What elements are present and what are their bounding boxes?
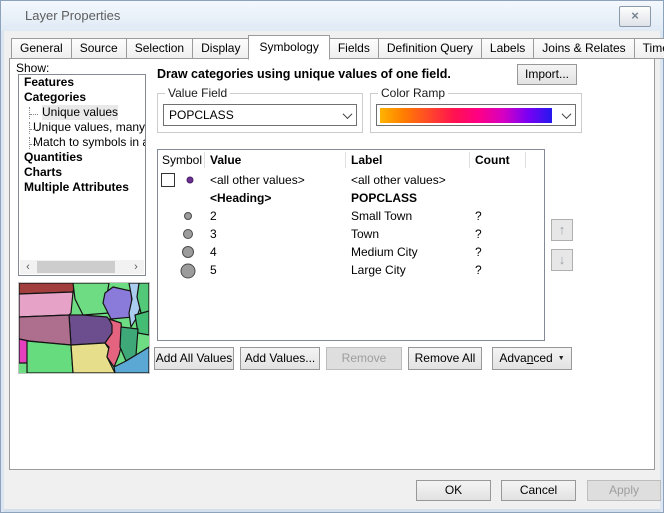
value-field-selected: POPCLASS — [164, 108, 338, 122]
add-all-values-button[interactable]: Add All Values — [154, 347, 234, 370]
color-ramp-dropdown[interactable] — [376, 104, 576, 126]
value-cell: 5 — [205, 263, 346, 277]
map-state — [19, 292, 73, 317]
tab-fields[interactable]: Fields — [329, 38, 379, 59]
show-item-match-symbols[interactable]: Match to symbols in a — [19, 135, 145, 150]
column-label[interactable]: Label — [346, 152, 470, 168]
label-cell: Small Town — [346, 209, 470, 223]
show-list: Features Categories Unique values Unique… — [18, 74, 146, 276]
tab-joins-relates[interactable]: Joins & Relates — [533, 38, 634, 59]
chevron-down-icon[interactable] — [338, 112, 356, 119]
value-cell: <Heading> — [205, 191, 346, 205]
tab-labels[interactable]: Labels — [481, 38, 534, 59]
map-preview — [18, 282, 150, 374]
scroll-right-icon[interactable]: › — [128, 260, 144, 274]
table-row[interactable]: 4 Medium City ? — [158, 243, 544, 261]
show-item-categories[interactable]: Categories — [19, 90, 145, 105]
class-symbol-icon[interactable] — [180, 244, 196, 260]
tab-symbology[interactable]: Symbology — [248, 35, 329, 60]
add-values-button[interactable]: Add Values... — [240, 347, 320, 370]
layer-properties-dialog: Layer Properties × General Source Select… — [0, 0, 664, 513]
class-symbol-icon[interactable] — [180, 226, 196, 242]
tree-branch-icon — [29, 107, 39, 119]
tab-source[interactable]: Source — [71, 38, 127, 59]
color-ramp-swatch — [380, 108, 552, 123]
tab-bar: General Source Selection Display Symbolo… — [11, 37, 664, 59]
show-item-features[interactable]: Features — [19, 75, 145, 90]
tab-general[interactable]: General — [11, 38, 72, 59]
class-symbol-icon[interactable] — [180, 208, 196, 224]
column-value[interactable]: Value — [205, 152, 346, 168]
value-cell: 2 — [205, 209, 346, 223]
value-cell: 4 — [205, 245, 346, 259]
tab-definition-query[interactable]: Definition Query — [378, 38, 482, 59]
value-field-label: Value Field — [165, 86, 230, 100]
label-cell: Medium City — [346, 245, 470, 259]
label-cell: Town — [346, 227, 470, 241]
label-cell: POPCLASS — [346, 191, 470, 205]
show-item-multiple-attributes[interactable]: Multiple Attributes — [19, 180, 145, 195]
close-icon[interactable]: × — [619, 6, 651, 27]
move-up-icon[interactable]: ↑ — [551, 219, 573, 241]
dropdown-caret-icon: ▼ — [558, 355, 565, 362]
value-cell: <all other values> — [205, 173, 346, 187]
scroll-left-icon[interactable]: ‹ — [20, 260, 36, 274]
remove-all-button[interactable]: Remove All — [408, 347, 482, 370]
label-cell: <all other values> — [346, 173, 470, 187]
scrollbar-thumb[interactable] — [37, 261, 115, 273]
tab-display[interactable]: Display — [192, 38, 249, 59]
all-other-values-checkbox[interactable] — [161, 173, 175, 187]
window-title: Layer Properties — [25, 8, 120, 23]
value-cell: 3 — [205, 227, 346, 241]
tree-branch-icon — [29, 122, 30, 134]
all-other-values-symbol-icon[interactable] — [182, 172, 198, 188]
cancel-button[interactable]: Cancel — [501, 480, 576, 501]
tree-branch-icon — [29, 137, 30, 149]
color-ramp-group: Color Ramp — [370, 93, 582, 133]
chevron-down-icon[interactable] — [557, 112, 575, 119]
tab-selection[interactable]: Selection — [126, 38, 193, 59]
show-label: Show: — [16, 61, 49, 75]
column-count[interactable]: Count — [470, 152, 526, 168]
advanced-button[interactable]: Advanced▼ — [492, 347, 572, 370]
count-cell: ? — [470, 263, 526, 277]
table-row[interactable]: 5 Large City ? — [158, 261, 544, 279]
import-button[interactable]: Import... — [517, 64, 577, 85]
show-item-charts[interactable]: Charts — [19, 165, 145, 180]
apply-button: Apply — [587, 480, 661, 501]
remove-button: Remove — [326, 347, 402, 370]
column-symbol[interactable]: Symbol — [158, 152, 205, 168]
show-item-unique-values[interactable]: Unique values — [19, 105, 145, 120]
value-field-group: Value Field POPCLASS — [157, 93, 363, 133]
tab-time[interactable]: Time — [634, 38, 664, 59]
label-cell: Large City — [346, 263, 470, 277]
ok-button[interactable]: OK — [416, 480, 491, 501]
table-row[interactable]: 3 Town ? — [158, 225, 544, 243]
count-cell: ? — [470, 227, 526, 241]
color-ramp-label: Color Ramp — [378, 86, 448, 100]
show-item-quantities[interactable]: Quantities — [19, 150, 145, 165]
table-row[interactable]: <Heading> POPCLASS — [158, 189, 544, 207]
value-field-dropdown[interactable]: POPCLASS — [163, 104, 357, 126]
table-row[interactable]: <all other values> <all other values> — [158, 171, 544, 189]
show-list-hscrollbar[interactable]: ‹ › — [20, 260, 144, 274]
class-symbol-icon[interactable] — [179, 262, 197, 280]
count-cell: ? — [470, 245, 526, 259]
titlebar[interactable]: Layer Properties × — [1, 1, 663, 31]
table-row[interactable]: 2 Small Town ? — [158, 207, 544, 225]
show-item-unique-values-many[interactable]: Unique values, many — [19, 120, 145, 135]
count-cell: ? — [470, 209, 526, 223]
map-state — [27, 341, 73, 373]
unique-values-table: Symbol Value Label Count <all other valu… — [157, 149, 545, 341]
draw-method-description: Draw categories using unique values of o… — [157, 67, 451, 81]
symbology-tab-page: Show: Features Categories Unique values … — [9, 58, 655, 470]
table-header: Symbol Value Label Count — [158, 150, 544, 171]
move-down-icon[interactable]: ↓ — [551, 249, 573, 271]
